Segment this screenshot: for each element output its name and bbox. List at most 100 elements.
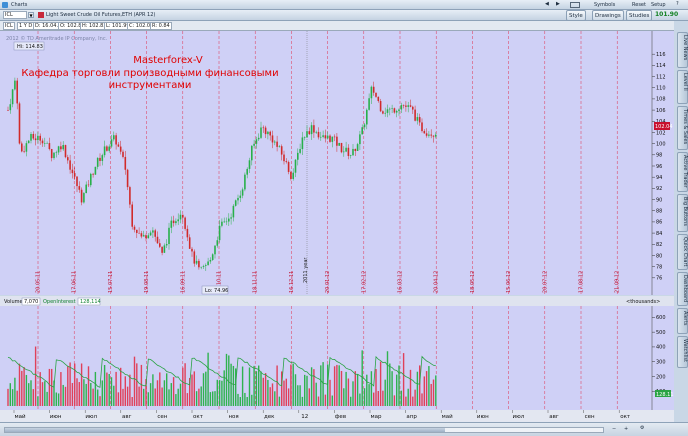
scrollbar-thumb[interactable] [5,428,445,432]
candle-body [129,187,131,205]
volume-bar [131,397,133,406]
volume-bar [21,370,23,406]
volume-bar [370,371,373,406]
chart-icon[interactable] [570,2,580,8]
candle-body [359,134,361,145]
price-axis-tick: 116 [656,52,666,58]
candle-body [267,131,269,135]
candle-body [27,140,30,144]
style-button[interactable]: Style [566,10,586,21]
candle-body [205,265,207,266]
side-tab-times-sales[interactable]: Times & Sales [677,106,688,150]
copyright-text: 2012 © TD Ameritrade IP Company, Inc. [6,35,108,42]
volume-bar [202,373,205,406]
volume-bar [264,373,267,406]
side-tab-live-news[interactable]: Live News [677,32,688,68]
volume-bar [287,388,290,406]
side-tab-watchlist[interactable]: Watchlist [677,336,688,368]
candle-body [60,146,62,150]
horizontal-scrollbar[interactable] [4,427,604,433]
volume-bar [110,377,113,406]
month-label: окт [193,414,204,420]
symbols-menu[interactable]: Symbols [594,2,615,8]
candle-body [232,205,235,218]
candle-body [377,96,380,102]
month-label: сен [585,414,595,420]
symbol-input[interactable]: ICL [3,11,27,19]
candle-body [110,139,113,147]
instrument-color-icon [38,12,44,18]
candle-body [398,109,400,111]
volume-bar [87,366,90,406]
zoom-in-icon[interactable]: + [624,426,628,432]
candle-body [126,169,129,188]
candle-body [193,251,196,264]
candle-body [280,146,283,155]
drawings-button[interactable]: Drawings [592,10,624,21]
candle-body [368,98,370,110]
candle-body [276,141,278,147]
settings-icon[interactable]: ⚙ [640,425,644,431]
forward-arrow-icon[interactable]: ▶ [556,1,560,7]
candle-body [200,266,202,268]
volume-bar [57,393,60,406]
back-arrow-icon[interactable]: ◀ [545,1,549,7]
candle-body [147,235,150,239]
reset-button[interactable]: Reset [632,2,646,8]
price-chart[interactable]: 20.05.11 17.06.11 15.07.11 19.08.11 16.09.11… [0,31,674,295]
setup-menu[interactable]: Setup [651,2,666,8]
zoom-out-icon[interactable]: − [612,426,616,432]
month-label: фев [335,414,346,420]
date-marker-label: 17.02.12 [361,271,367,293]
volume-bar [94,371,97,406]
time-axis[interactable]: май июн июл авг сен окт ноя дек 12 фев мар апр май ию… [0,410,674,422]
volume-bar [147,392,149,406]
candle-body [428,134,430,136]
candle-body [414,109,416,121]
volume-bar [108,374,110,406]
interval-selector[interactable]: 1 Y D [17,22,35,30]
price-axis-tick: 92 [656,186,662,192]
price-axis-tick: 112 [656,74,666,80]
candle-body [62,145,64,150]
candle-body [87,184,90,186]
volume-bar [83,379,85,406]
help-icon[interactable]: ? [676,1,679,7]
volume-bar [432,379,435,406]
price-axis-tick: 86 [656,220,662,226]
side-tab-big-buttons[interactable]: Big Buttons [677,194,688,232]
side-tab-dashboard[interactable]: Dashboard [677,272,688,306]
volume-bar [140,364,143,406]
month-label: июн [477,414,489,420]
side-tab-quick-chart[interactable]: Quick Chart [677,234,688,270]
volume-bar [322,362,324,406]
volume-chart[interactable]: 600500400300200100 Volume 7,070 OpenInte… [0,296,674,410]
candle-body [177,219,179,222]
candle-body [338,142,340,146]
candle-body [85,184,87,194]
date-marker-label: 17.06.11 [72,271,78,293]
side-tab-active-trader[interactable]: Active Trader [677,152,688,192]
candle-body [165,244,168,246]
candle-body [32,133,35,139]
volume-bar [67,366,69,406]
candle-body [389,108,391,110]
open-interest-value: 128,114 [80,299,101,305]
quote-row: ICL 1 Y D D: 16.04.12 O: 102.8 H: 102.83… [0,21,674,31]
candle-body [115,135,117,145]
volume-bar [223,370,225,406]
candle-body [140,233,143,237]
volume-axis-tick: 600 [656,315,666,321]
month-label: май [442,413,454,420]
studies-button[interactable]: Studies [626,10,653,21]
month-label: дек [264,414,275,420]
side-tab-level-ii[interactable]: Level II [677,70,688,104]
side-tab-alerts[interactable]: Alerts [677,308,688,334]
volume-bar [345,371,347,406]
volume-bar [48,368,51,406]
volume-bar [115,371,117,406]
volume-bar [320,365,322,406]
symbol-dropdown-icon[interactable]: ▼ [28,12,34,18]
volume-bar [333,366,336,406]
candle-body [156,236,159,244]
